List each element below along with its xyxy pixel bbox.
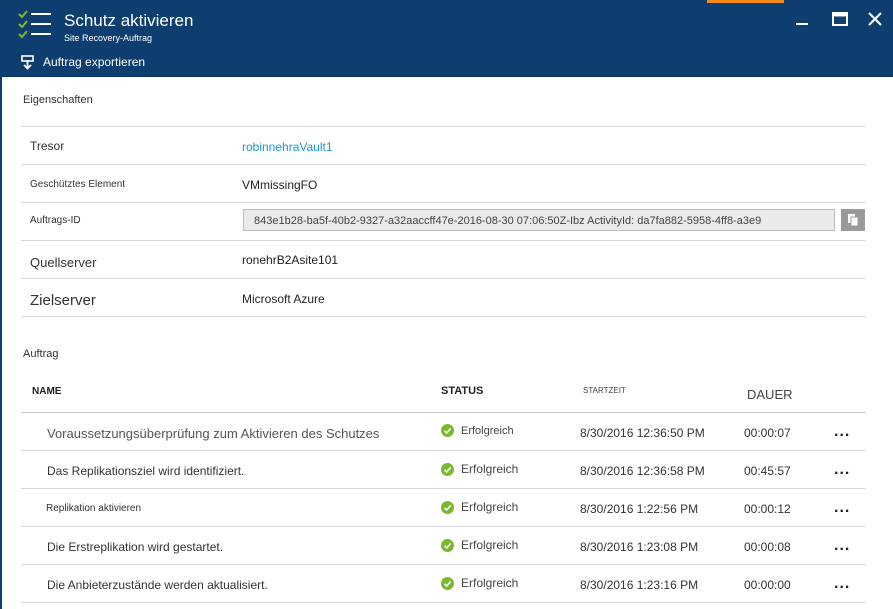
property-value: Microsoft Azure [242,292,325,306]
property-value: VMmissingFO [242,178,318,192]
export-job-label: Auftrag exportieren [43,55,146,69]
minimize-icon[interactable] [793,10,811,28]
table-row[interactable]: Die Anbieterzustände werden aktualisiert… [21,565,866,603]
property-key: Quellserver [30,255,97,270]
maximize-icon[interactable] [831,10,849,28]
column-header-duration[interactable]: DAUER [747,387,793,402]
check-circle-icon [441,462,454,476]
status-cell: Erfolgreich [441,462,518,476]
duration: 00:45:57 [744,464,791,478]
property-value: ronehrB2Asite101 [242,253,339,267]
column-header-status[interactable]: STATUS [441,385,483,397]
checklist-icon [18,10,51,39]
page-title: Schutz aktivieren [64,11,194,30]
duration: 00:00:12 [744,502,791,516]
table-header: NAME STATUS STARTZEIT DAUER [21,376,866,413]
job-name: Das Replikationsziel wird identifiziert. [47,464,245,478]
job-table: NAME STATUS STARTZEIT DAUER Voraussetzun… [21,376,866,603]
status-cell: Erfolgreich [441,500,518,514]
export-job-button[interactable]: Auftrag exportieren [20,52,145,72]
table-row[interactable]: Voraussetzungsüberprüfung zum Aktivieren… [21,413,866,451]
check-circle-icon [441,500,454,514]
job-name: Die Erstreplikation wird gestartet. [47,540,224,554]
status-cell: Erfolgreich [441,576,518,590]
property-key: Geschütztes Element [30,179,126,190]
property-row-vault: Tresor robinnehraVault1 [21,126,866,164]
start-time: 8/30/2016 12:36:50 PM [580,426,705,440]
duration: 00:00:00 [744,578,791,592]
more-options-button[interactable]: ... [834,537,850,555]
property-key: Zielserver [30,292,96,309]
status-text: Erfolgreich [461,538,519,552]
job-name: Voraussetzungsüberprüfung zum Aktivieren… [47,426,380,441]
more-options-button[interactable]: ... [834,423,850,441]
status-cell: Erfolgreich [441,538,518,552]
column-header-start-time[interactable]: STARTZEIT [583,386,626,395]
job-heading: Auftrag [23,348,59,360]
check-circle-icon [441,538,454,552]
vault-link[interactable]: robinnehraVault1 [242,140,333,154]
more-options-button[interactable]: ... [834,461,850,479]
property-row-protected-item: Geschütztes Element VMmissingFO [21,164,866,202]
start-time: 8/30/2016 1:23:08 PM [580,540,699,554]
property-row-target-server: Zielserver Microsoft Azure [21,278,866,317]
status-text: Erfolgreich [461,462,519,476]
check-circle-icon [441,576,454,590]
property-key: Tresor [30,139,65,153]
properties-list: Tresor robinnehraVault1 Geschütztes Elem… [21,126,866,317]
job-id-field[interactable]: 843e1b28-ba5f-40b2-9327-a32aaccff47e-201… [243,209,835,231]
start-time: 8/30/2016 12:36:58 PM [580,464,705,478]
copy-button[interactable] [841,209,865,231]
copy-icon [848,214,859,227]
property-row-source-server: Quellserver ronehrB2Asite101 [21,240,866,278]
more-options-button[interactable]: ... [834,575,850,593]
properties-heading: Eigenschaften [23,94,93,106]
table-row[interactable]: Das Replikationsziel wird identifiziert.… [21,451,866,489]
job-name: Die Anbieterzustände werden aktualisiert… [47,578,268,592]
duration: 00:00:07 [744,426,791,440]
status-cell: Erfolgreich [441,424,514,437]
duration: 00:00:08 [744,540,791,554]
download-icon [21,54,34,70]
job-name: Replikation aktivieren [46,503,142,514]
blade-header: Schutz aktivieren Site Recovery-Auftrag … [0,0,893,77]
blade-left-border [0,76,2,609]
status-text: Erfolgreich [461,500,519,514]
status-text: Erfolgreich [461,576,519,590]
column-header-name[interactable]: NAME [32,386,61,397]
property-key: Auftrags-ID [30,215,81,226]
start-time: 8/30/2016 1:22:56 PM [580,502,699,516]
table-row[interactable]: Replikation aktivieren Erfolgreich 8/30/… [21,489,866,527]
property-row-job-id: Auftrags-ID 843e1b28-ba5f-40b2-9327-a32a… [21,202,866,240]
active-indicator [707,0,784,3]
close-icon[interactable] [866,10,884,28]
start-time: 8/30/2016 1:23:16 PM [580,578,699,592]
check-circle-icon [441,424,454,437]
more-options-button[interactable]: ... [834,499,850,517]
table-row[interactable]: Die Erstreplikation wird gestartet. Erfo… [21,527,866,565]
page-subtitle: Site Recovery-Auftrag [64,33,153,43]
status-text: Erfolgreich [461,424,514,437]
